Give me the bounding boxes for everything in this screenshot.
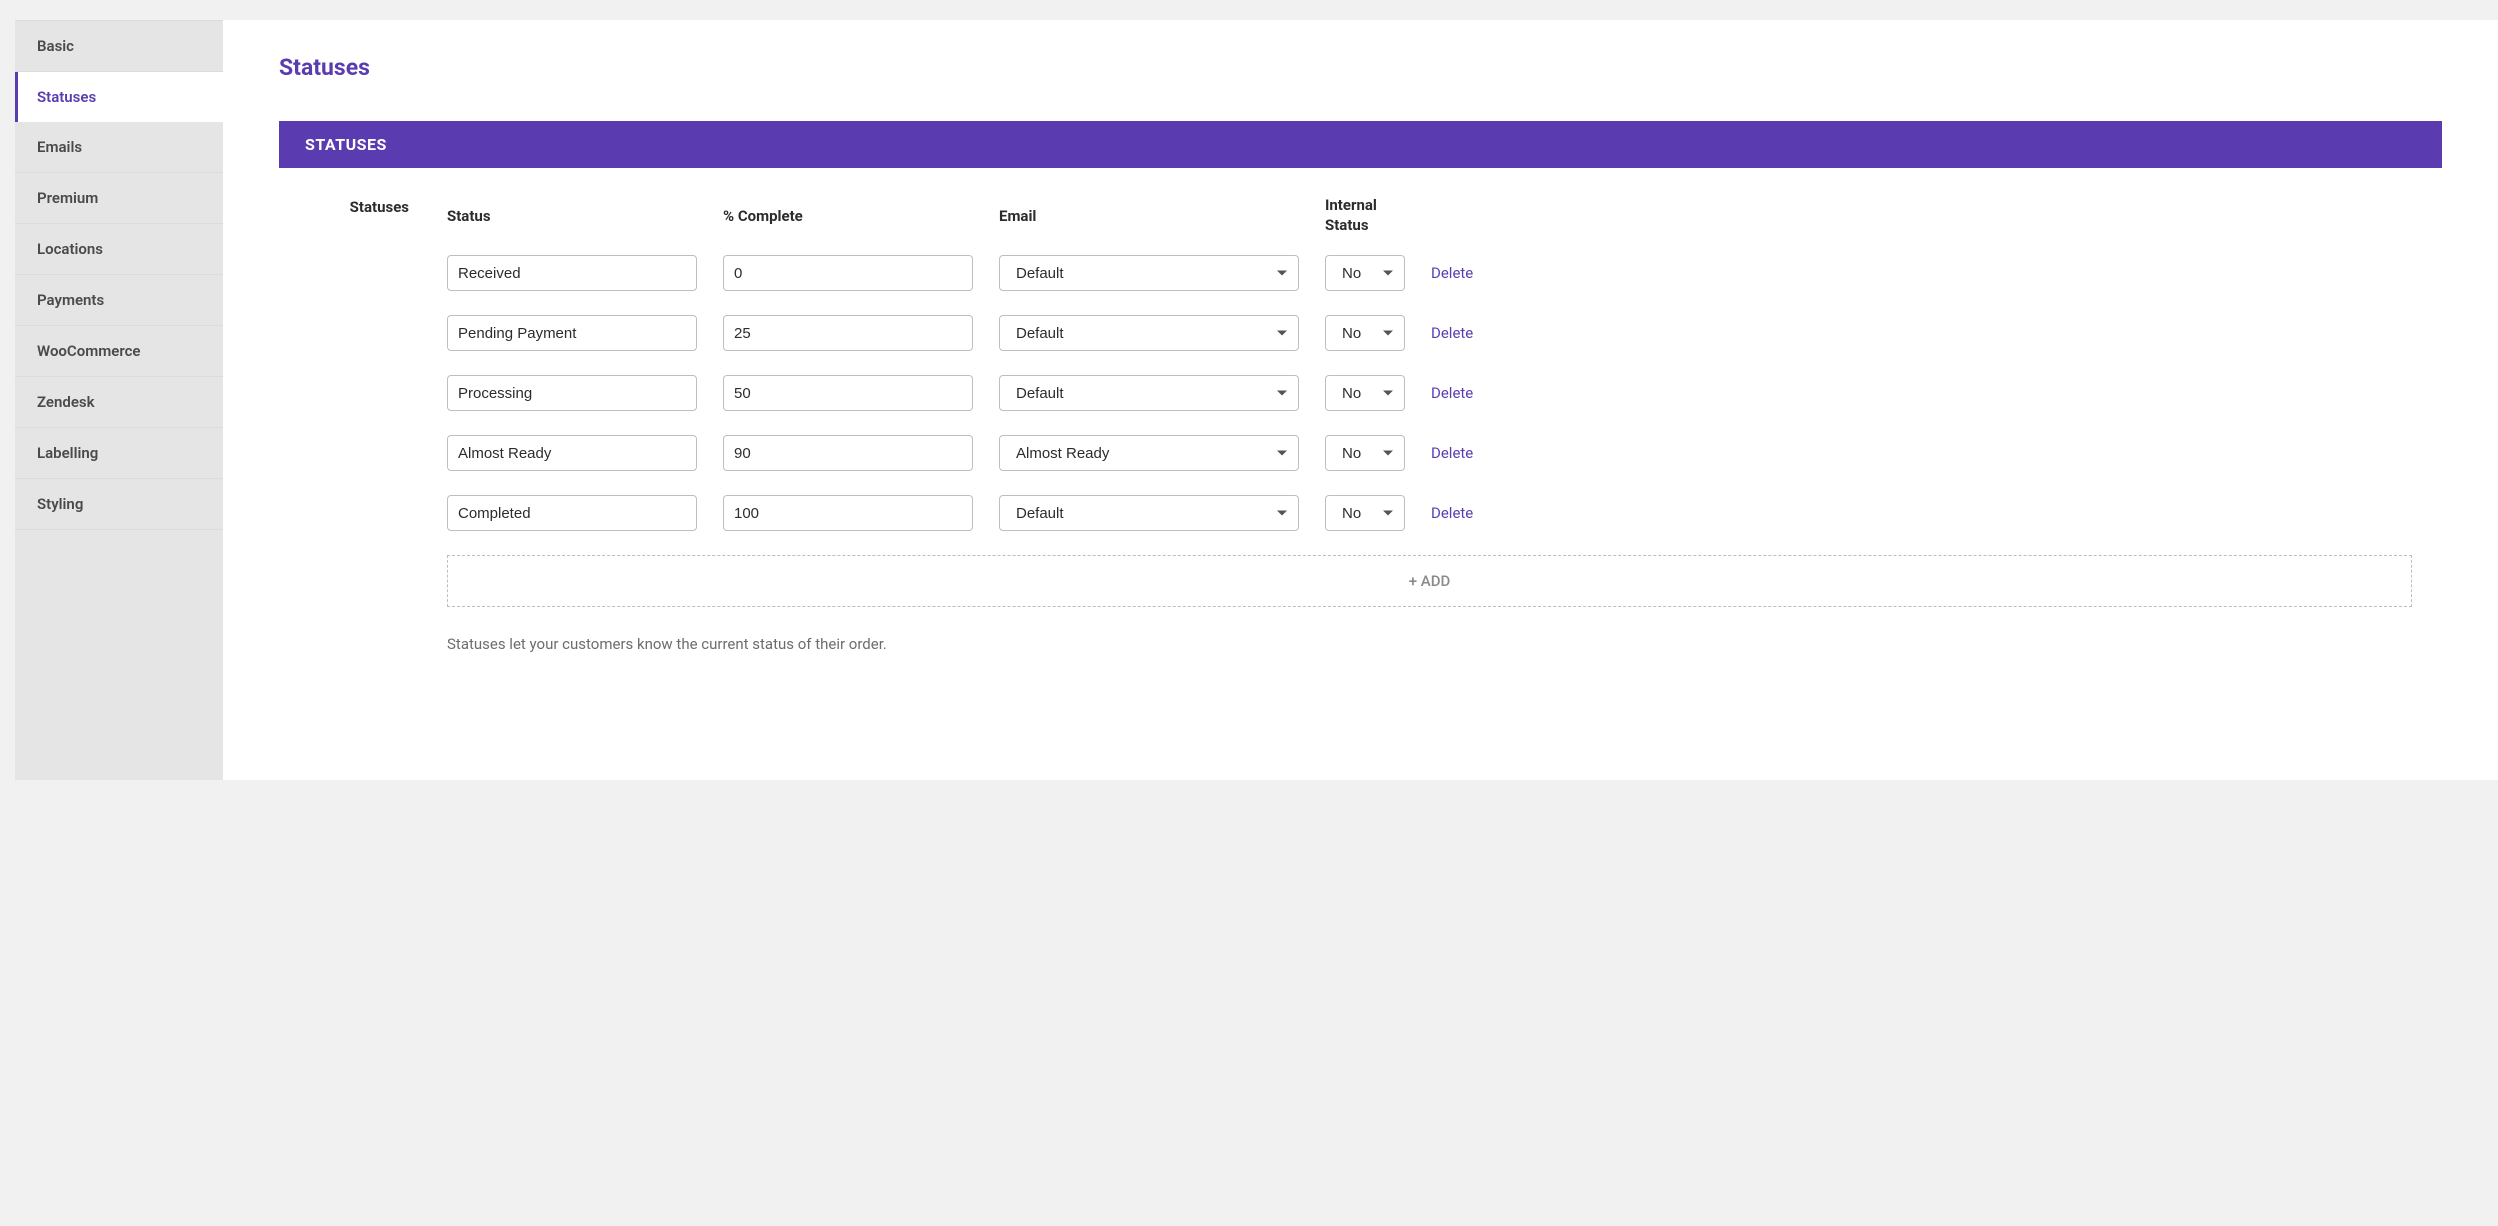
add-status-button[interactable]: + ADD (447, 555, 2412, 607)
section-header: STATUSES (279, 121, 2442, 168)
status-email-select[interactable]: Default (999, 375, 1299, 411)
status-percent-input[interactable] (723, 435, 973, 471)
status-percent-input[interactable] (723, 495, 973, 531)
sidebar-item-premium[interactable]: Premium (15, 173, 223, 224)
status-row: Almost Ready No Delete (447, 435, 2412, 471)
status-name-input[interactable] (447, 495, 697, 531)
grid-header-row: Status % Complete Email Internal Status (447, 196, 2412, 235)
status-email-select-wrap: Default (999, 375, 1299, 411)
col-header-status: Status (447, 207, 697, 225)
status-percent-input[interactable] (723, 315, 973, 351)
sidebar-item-zendesk[interactable]: Zendesk (15, 377, 223, 428)
sidebar-item-woocommerce[interactable]: WooCommerce (15, 326, 223, 377)
col-header-email: Email (999, 207, 1299, 225)
status-row: Default No Delete (447, 255, 2412, 291)
status-internal-select-wrap: No (1325, 375, 1405, 411)
status-delete-link[interactable]: Delete (1431, 504, 2412, 522)
status-email-select[interactable]: Default (999, 495, 1299, 531)
status-email-select-wrap: Default (999, 495, 1299, 531)
status-percent-input[interactable] (723, 375, 973, 411)
status-delete-link[interactable]: Delete (1431, 324, 2412, 342)
status-email-select[interactable]: Default (999, 315, 1299, 351)
section-body: Statuses Status % Complete Email Interna… (279, 168, 2442, 683)
status-delete-link[interactable]: Delete (1431, 384, 2412, 402)
status-internal-select-wrap: No (1325, 495, 1405, 531)
sidebar-item-emails[interactable]: Emails (15, 122, 223, 173)
status-name-input[interactable] (447, 315, 697, 351)
sidebar: Basic Statuses Emails Premium Locations … (15, 20, 223, 780)
row-label: Statuses (309, 196, 409, 653)
sidebar-item-statuses[interactable]: Statuses (15, 72, 223, 122)
status-internal-select[interactable]: No (1325, 375, 1405, 411)
status-delete-link[interactable]: Delete (1431, 444, 2412, 462)
status-internal-select-wrap: No (1325, 435, 1405, 471)
status-delete-link[interactable]: Delete (1431, 264, 2412, 282)
status-percent-input[interactable] (723, 255, 973, 291)
status-name-input[interactable] (447, 435, 697, 471)
status-internal-select-wrap: No (1325, 315, 1405, 351)
status-internal-select[interactable]: No (1325, 495, 1405, 531)
col-header-percent: % Complete (723, 207, 973, 225)
status-internal-select[interactable]: No (1325, 255, 1405, 291)
status-email-select[interactable]: Default (999, 255, 1299, 291)
status-row: Default No Delete (447, 375, 2412, 411)
status-internal-select[interactable]: No (1325, 435, 1405, 471)
status-internal-select-wrap: No (1325, 255, 1405, 291)
status-internal-select[interactable]: No (1325, 315, 1405, 351)
status-row: Default No Delete (447, 315, 2412, 351)
status-email-select-wrap: Default (999, 315, 1299, 351)
page-title: Statuses (279, 54, 2442, 81)
sidebar-item-payments[interactable]: Payments (15, 275, 223, 326)
sidebar-item-basic[interactable]: Basic (15, 20, 223, 72)
statuses-table: Statuses Status % Complete Email Interna… (309, 196, 2412, 653)
status-email-select-wrap: Default (999, 255, 1299, 291)
main-content: Statuses STATUSES Statuses Status % Comp… (223, 20, 2498, 780)
status-email-select-wrap: Almost Ready (999, 435, 1299, 471)
sidebar-item-locations[interactable]: Locations (15, 224, 223, 275)
status-email-select[interactable]: Almost Ready (999, 435, 1299, 471)
col-header-internal: Internal Status (1325, 196, 1405, 235)
help-text: Statuses let your customers know the cur… (447, 635, 2412, 653)
status-row: Default No Delete (447, 495, 2412, 531)
grid: Status % Complete Email Internal Status … (447, 196, 2412, 653)
status-name-input[interactable] (447, 375, 697, 411)
page-root: Basic Statuses Emails Premium Locations … (0, 0, 2498, 780)
status-name-input[interactable] (447, 255, 697, 291)
sidebar-item-styling[interactable]: Styling (15, 479, 223, 530)
sidebar-item-labelling[interactable]: Labelling (15, 428, 223, 479)
